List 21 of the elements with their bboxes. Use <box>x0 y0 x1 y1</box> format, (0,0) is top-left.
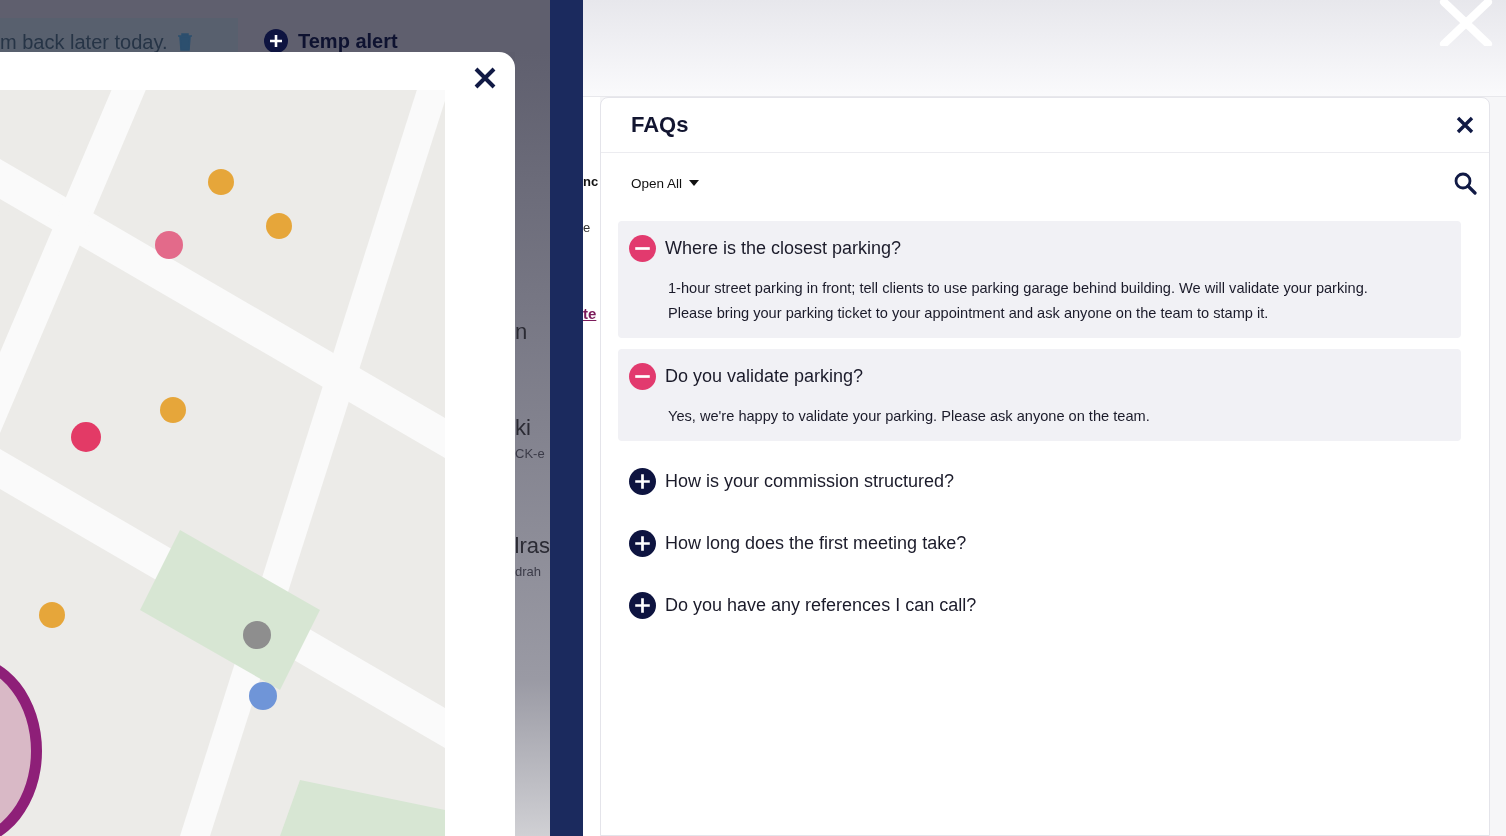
caret-icon <box>689 180 700 186</box>
faq-question[interactable]: Where is the closest parking? <box>629 235 902 262</box>
close-button[interactable] <box>1455 115 1475 135</box>
search-icon[interactable] <box>1453 171 1477 195</box>
faq-answer: Yes, we're happy to validate your parking. Please ask anyone on the team. <box>668 407 1151 426</box>
text-fragment: e <box>583 220 592 235</box>
text-fragment: drah <box>515 564 543 580</box>
panel-title: FAQs <box>631 112 689 138</box>
open-all-dropdown[interactable]: Open All <box>631 175 700 191</box>
text-fragment: n <box>515 320 529 344</box>
text-fragment: ki <box>515 416 532 440</box>
link[interactable]: te <box>583 305 600 322</box>
close-button[interactable] <box>473 66 497 90</box>
faq-question[interactable]: Do you have any references I can call? <box>629 592 977 619</box>
text-fragment: CK-e <box>515 446 546 462</box>
faq-question[interactable]: How long does the first meeting take? <box>629 530 967 557</box>
faq-question[interactable]: How is your commission structured? <box>629 468 955 495</box>
text-fragment: lras <box>515 534 550 558</box>
faq-answer: 1-hour street parking in front; tell clients to use parking garage behind building. We will validate your parking. Please bring your parking ticket to your appointment and ask anyone on the team to stamp it. <box>668 279 1369 323</box>
text-fragment: nc <box>583 173 600 191</box>
faq-question[interactable]: Do you validate parking? <box>629 363 864 390</box>
